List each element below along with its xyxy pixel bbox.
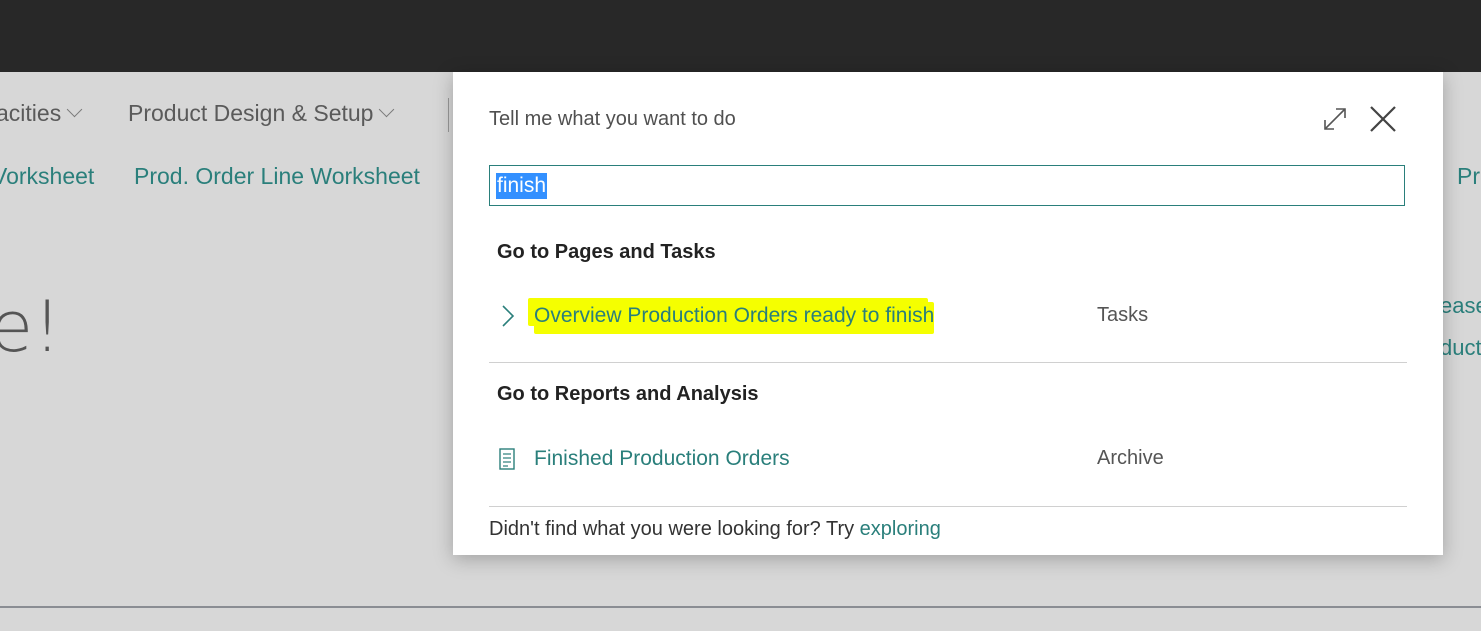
- section-divider: [489, 362, 1407, 363]
- section-divider: [489, 506, 1407, 507]
- link-partial[interactable]: Pr: [1457, 163, 1480, 190]
- result-category: Tasks: [1097, 304, 1149, 326]
- link-product-partial[interactable]: duct: [1440, 335, 1481, 361]
- section-header-pages-tasks: Go to Pages and Tasks: [497, 241, 716, 263]
- result-row[interactable]: Finished Production Orders Archive: [489, 439, 1407, 479]
- section-header-reports-analysis: Go to Reports and Analysis: [497, 383, 759, 405]
- expand-icon[interactable]: [1321, 105, 1349, 133]
- dialog-title: Tell me what you want to do: [489, 108, 736, 130]
- search-input[interactable]: finish: [496, 173, 548, 199]
- result-category: Archive: [1097, 447, 1164, 469]
- chevron-down-icon: [379, 101, 395, 118]
- nav-menu-product-design[interactable]: Product Design & Setup: [128, 100, 395, 127]
- result-label[interactable]: Overview Production Orders ready to fini…: [534, 302, 935, 330]
- link-worksheet[interactable]: Vorksheet: [0, 163, 94, 190]
- divider-line: [0, 606, 1481, 608]
- nav-menu-capacities[interactable]: acities: [0, 100, 83, 127]
- result-row[interactable]: Overview Production Orders ready to fini…: [489, 296, 1407, 336]
- link-release-partial[interactable]: ease: [1440, 293, 1481, 319]
- nav-menu-label: Product Design & Setup: [128, 100, 374, 126]
- chevron-down-icon: [66, 101, 83, 118]
- footer-text: Didn't find what you were looking for? T…: [489, 518, 941, 541]
- close-icon[interactable]: [1367, 103, 1399, 135]
- nav-separator: [448, 98, 449, 132]
- nav-menu-label: acities: [0, 100, 62, 126]
- footer-prompt: Didn't find what you were looking for? T…: [489, 518, 860, 540]
- search-box[interactable]: finish: [489, 165, 1405, 206]
- tell-me-dialog: Tell me what you want to do finish Go to…: [453, 72, 1443, 555]
- result-label[interactable]: Finished Production Orders: [534, 447, 790, 471]
- chevron-right-icon: [502, 305, 515, 327]
- welcome-heading: e!: [0, 286, 62, 368]
- exploring-link[interactable]: exploring: [860, 518, 941, 540]
- report-icon: [499, 448, 515, 470]
- top-bar: [0, 0, 1481, 72]
- link-prod-order-line-worksheet[interactable]: Prod. Order Line Worksheet: [134, 163, 420, 190]
